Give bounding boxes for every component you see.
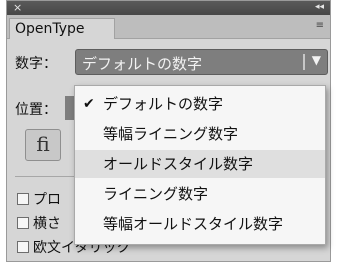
opentype-panel: × ◂◂ OpenType ≡ 数字： デフォルトの数字 ▼ 位置： fi プロ… [6, 0, 331, 262]
menu-item-label: 等幅ライニング数字 [103, 125, 239, 143]
select-separator [303, 54, 305, 70]
checkmark-icon: ✔ [83, 96, 95, 112]
tab-label: OpenType [15, 21, 85, 37]
menu-item-label: デフォルトの数字 [103, 95, 224, 113]
chevron-down-icon: ▼ [311, 53, 321, 67]
checkbox-box[interactable] [17, 217, 29, 229]
menu-item-label: 等幅オールドスタイル数字 [103, 215, 284, 233]
numerals-select-value: デフォルトの数字 [82, 55, 203, 73]
menu-item-tabular-oldstyle[interactable]: 等幅オールドスタイル数字 [75, 210, 325, 238]
menu-item-default-figures[interactable]: ✔ デフォルトの数字 [75, 90, 325, 118]
menu-item-lining[interactable]: ライニング数字 [75, 180, 325, 208]
menu-item-label: ライニング数字 [103, 185, 209, 203]
menu-item-oldstyle[interactable]: オールドスタイル数字 [75, 150, 325, 178]
numerals-select[interactable]: デフォルトの数字 ▼ [75, 49, 328, 75]
panel-titlebar[interactable]: × ◂◂ [7, 1, 330, 15]
close-icon[interactable]: × [13, 1, 22, 14]
checkbox-box[interactable] [17, 193, 29, 205]
tab-row: OpenType ≡ [7, 15, 330, 39]
checkbox-proportional[interactable]: プロ [17, 189, 61, 209]
checkbox-label: 横さ [33, 216, 61, 232]
tab-opentype[interactable]: OpenType [9, 18, 115, 39]
menu-item-label: オールドスタイル数字 [103, 155, 254, 173]
panel-menu-icon[interactable]: ≡ [316, 20, 324, 31]
position-label: 位置： [15, 102, 57, 118]
ligature-fi-button[interactable]: fi [25, 129, 61, 161]
menu-item-tabular-lining[interactable]: 等幅ライニング数字 [75, 120, 325, 148]
checkbox-box[interactable] [17, 241, 29, 253]
numerals-label: 数字： [15, 56, 57, 72]
numerals-dropdown-menu: ✔ デフォルトの数字 等幅ライニング数字 オールドスタイル数字 ライニング数字 … [74, 85, 326, 245]
checkbox-label: プロ [33, 192, 61, 208]
collapse-icon[interactable]: ◂◂ [315, 1, 324, 14]
checkbox-horizontal[interactable]: 横さ [17, 213, 61, 233]
